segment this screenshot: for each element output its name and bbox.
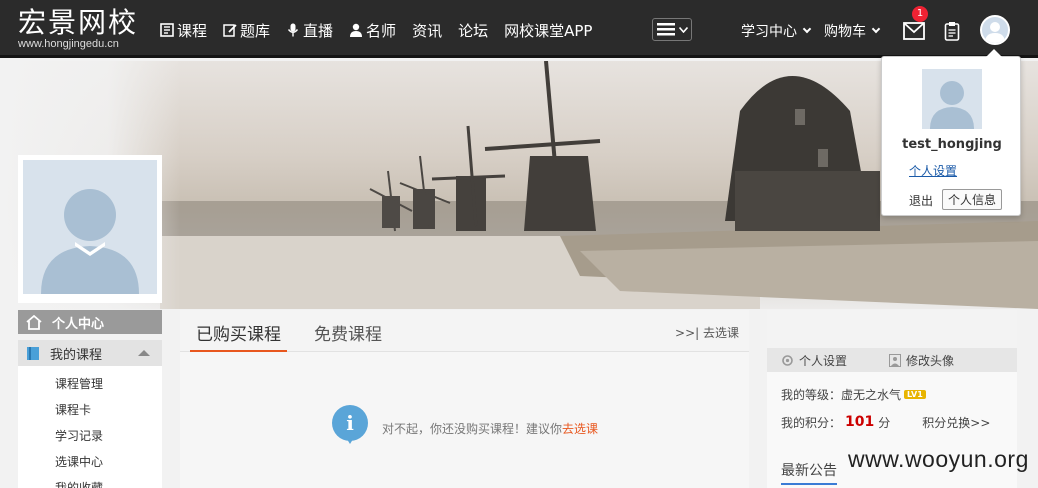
logo-url: www.hongjingedu.cn	[18, 38, 119, 50]
sidebar-link-course-card[interactable]: 课程卡	[18, 398, 162, 424]
mail-icon[interactable]	[903, 22, 925, 40]
nav-item-live[interactable]: 直播	[286, 19, 333, 41]
logo-title: 宏景网校	[18, 6, 139, 39]
points-label: 我的积分：	[781, 415, 842, 430]
nav-label: 名师	[366, 21, 397, 40]
tab-free-courses[interactable]: 免费课程	[314, 320, 382, 345]
tab-purchased-courses[interactable]: 已购买课程	[190, 320, 287, 353]
avatar-placeholder-icon	[930, 81, 974, 129]
chevron-down-icon	[802, 24, 812, 34]
dropdown-arrow	[986, 49, 1002, 57]
chevron-down-icon	[678, 26, 688, 33]
info-icon-tail	[345, 436, 355, 444]
sidebar-header-label: 个人中心	[52, 316, 105, 332]
avatar-placeholder-icon	[985, 22, 1005, 43]
user-avatar-button[interactable]	[980, 15, 1010, 45]
watermark-text: www.wooyun.org	[848, 446, 1029, 472]
cart-label: 购物车	[824, 24, 866, 40]
profile-avatar[interactable]	[23, 160, 157, 294]
more-menu-button[interactable]	[652, 18, 692, 41]
nav-label: 资讯	[412, 21, 443, 40]
sidebar-link-course-management[interactable]: 课程管理	[18, 372, 162, 398]
personal-settings-label: 个人设置	[799, 353, 848, 368]
nav-item-questions[interactable]: 题库	[223, 19, 270, 41]
empty-state-select-link[interactable]: 去选课	[562, 422, 598, 436]
level-row: 我的等级： 虚无之水气 LV1	[767, 380, 1017, 408]
nav-label: 论坛	[458, 21, 489, 40]
user-dropdown: test_hongjing 个人设置 退出 个人信息	[881, 49, 1021, 216]
level-name: 虚无之水气	[841, 387, 902, 402]
main-nav: 课程 题库 直播 名师 资讯 论坛 网校课堂APP	[160, 19, 592, 41]
book-icon	[160, 23, 174, 37]
avatar-placeholder-icon	[41, 189, 139, 294]
microphone-icon	[287, 23, 299, 37]
message-count-badge: 1	[912, 6, 928, 22]
nav-item-teachers[interactable]: 名师	[349, 19, 396, 41]
chevron-down-icon	[871, 24, 881, 34]
cart-menu[interactable]: 购物车	[824, 20, 881, 42]
book-icon	[27, 346, 39, 360]
study-center-menu[interactable]: 学习中心	[741, 20, 812, 42]
nav-label: 题库	[240, 21, 271, 40]
empty-state-message: 对不起，你还没购买课程！建议你去选课	[382, 420, 598, 437]
points-value: 101	[845, 414, 875, 430]
sidebar-item-my-courses[interactable]: 我的课程	[18, 340, 162, 366]
latest-notice-heading: 最新公告	[781, 460, 837, 485]
clipboard-icon[interactable]	[944, 21, 960, 41]
nav-item-courses[interactable]: 课程	[160, 19, 207, 41]
profile-card	[18, 155, 162, 303]
account-actions-bar: 个人设置 修改头像	[767, 348, 1017, 372]
site-logo[interactable]: 宏景网校 www.hongjingedu.cn	[18, 6, 139, 51]
empty-message-text: 对不起，你还没购买课程！建议你	[382, 422, 563, 436]
points-row: 我的积分： 101 分 积分兑换>>	[767, 408, 1017, 436]
nav-label: 网校课堂APP	[504, 21, 593, 40]
dropdown-avatar	[922, 69, 982, 129]
double-chevron-icon: >>|	[675, 326, 703, 340]
edit-icon	[223, 24, 237, 37]
course-content-area: i 对不起，你还没购买课程！建议你去选课	[180, 352, 749, 488]
nav-item-app[interactable]: 网校课堂APP	[504, 19, 592, 41]
hamburger-icon	[656, 23, 675, 36]
nav-item-news[interactable]: 资讯	[412, 19, 442, 41]
study-center-label: 学习中心	[741, 24, 797, 40]
collapse-up-icon[interactable]	[138, 350, 150, 356]
dropdown-username: test_hongjing	[902, 137, 1002, 152]
personal-settings-link[interactable]: 个人设置	[781, 352, 847, 369]
top-navbar: 宏景网校 www.hongjingedu.cn 课程 题库 直播 名师 资讯 论…	[0, 0, 1038, 58]
sidebar-link-favorites[interactable]: 我的收藏	[18, 476, 162, 488]
gear-icon	[782, 354, 793, 366]
change-avatar-link[interactable]: 修改头像	[889, 352, 954, 369]
points-exchange-link[interactable]: 积分兑换>>	[922, 414, 990, 431]
level-label: 我的等级：	[781, 387, 842, 402]
sidebar-link-course-center[interactable]: 选课中心	[18, 450, 162, 476]
panel-top	[767, 310, 1017, 348]
goto-select-link[interactable]: >>| 去选课	[675, 324, 739, 341]
sidebar-item-label: 我的课程	[50, 347, 103, 363]
course-tabs: 已购买课程 免费课程 >>| 去选课	[180, 310, 749, 353]
dropdown-settings-link[interactable]: 个人设置	[909, 162, 957, 179]
logout-link[interactable]: 退出	[909, 192, 933, 209]
personal-info-button[interactable]: 个人信息	[942, 189, 1003, 210]
nav-label: 课程	[177, 21, 208, 40]
goto-select-label: 去选课	[702, 326, 739, 340]
points-unit: 分	[878, 415, 891, 430]
portrait-icon	[889, 353, 902, 367]
user-nav: 学习中心 购物车	[741, 20, 881, 42]
nav-item-forum[interactable]: 论坛	[458, 19, 488, 41]
user-icon	[350, 23, 363, 37]
nav-label: 直播	[303, 21, 334, 40]
sidebar-header-personal-center[interactable]: 个人中心	[18, 310, 162, 334]
home-icon	[26, 314, 42, 330]
sidebar-link-study-record[interactable]: 学习记录	[18, 424, 162, 450]
change-avatar-label: 修改头像	[906, 353, 955, 368]
level-badge: LV1	[904, 389, 926, 399]
sidebar-course-links: 课程管理 课程卡 学习记录 选课中心 我的收藏	[18, 366, 162, 488]
